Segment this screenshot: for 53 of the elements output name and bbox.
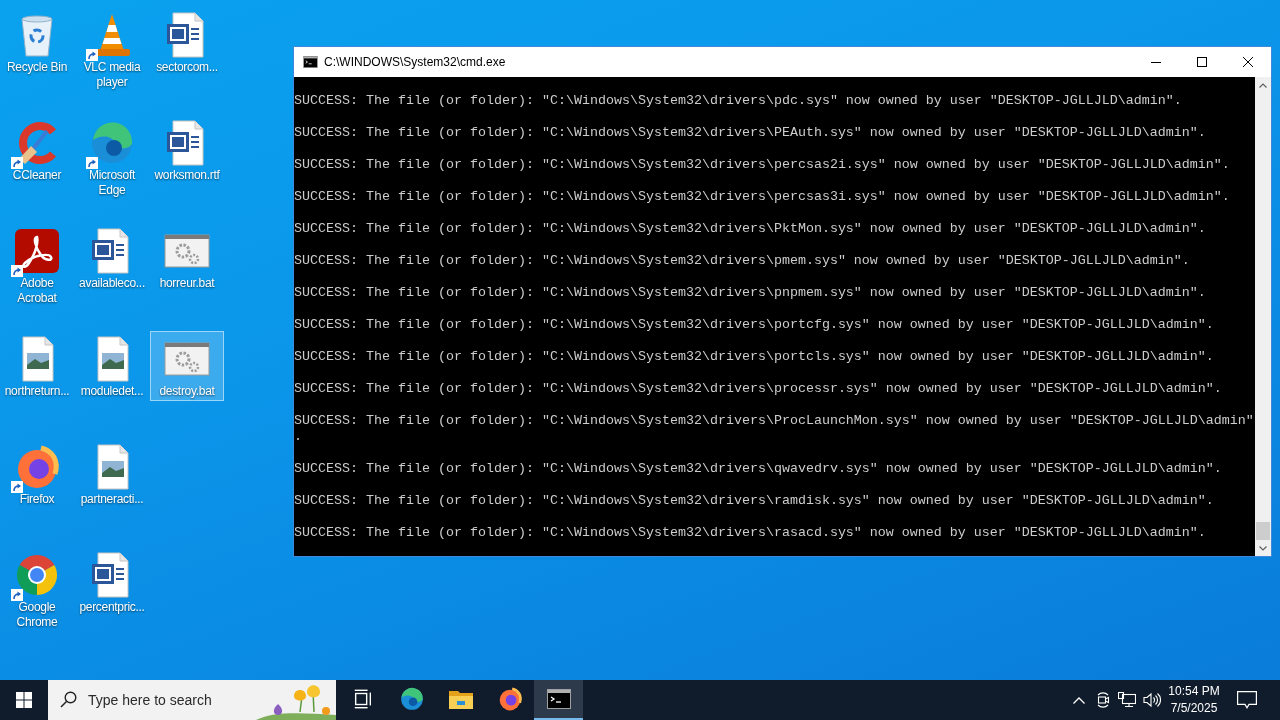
console-line: SUCCESS: The file (or folder): "C:\Windows\System32\drivers\pdc.sys" now owned by user "DESKTOP-JGLLJLD\admin". <box>294 93 1183 109</box>
desktop-shortcut[interactable]: Firefox <box>0 439 74 509</box>
desktop-shortcut[interactable]: partneracti... <box>75 439 149 509</box>
windows-logo-icon <box>16 692 32 708</box>
taskbar-app-button[interactable] <box>534 680 583 720</box>
speaker-icon <box>1142 692 1161 708</box>
webcam-icon <box>1096 692 1110 708</box>
desktop-shortcut[interactable]: CCleaner <box>0 115 74 185</box>
console-line: SUCCESS: The file (or folder): "C:\Windows\System32\drivers\ProcLaunchMon.sys" now owned by user "DESKTOP-JGLLJLD\admin". <box>294 413 1255 445</box>
desktop-shortcut[interactable]: percentpric... <box>75 547 149 617</box>
desktop-shortcut[interactable]: Adobe Acrobat <box>0 223 74 308</box>
search-field[interactable]: Type here to search <box>48 680 336 720</box>
flowers-icon <box>256 682 336 720</box>
edge-icon <box>398 686 425 712</box>
desktop-shortcut[interactable]: destroy.bat <box>150 331 224 401</box>
desktop-shortcut[interactable]: worksmon.rtf <box>150 115 224 185</box>
window-title: C:\WINDOWS\System32\cmd.exe <box>324 54 506 71</box>
console-line: SUCCESS: The file (or folder): "C:\Windows\System32\drivers\pmem.sys" now owned by user "DESKTOP-JGLLJLD\admin". <box>294 253 1191 269</box>
console-line: SUCCESS: The file (or folder): "C:\Windows\System32\drivers\percsas2i.sys" now owned by user "DESKTOP-JGLLJLD\admin". <box>294 157 1231 173</box>
console-line: SUCCESS: The file (or folder): "C:\Windows\System32\drivers\ramdisk.sys" now owned by user "DESKTOP-JGLLJLD\admin". <box>294 493 1215 509</box>
desktop-shortcut[interactable]: VLC media player <box>75 7 149 92</box>
scroll-thumb[interactable] <box>1256 522 1270 540</box>
desktop-shortcut[interactable]: Recycle Bin <box>0 7 74 77</box>
caret-up-icon <box>1259 83 1267 88</box>
desktop-shortcut[interactable]: northreturn... <box>0 331 74 401</box>
desktop-shortcut[interactable]: sectorcom... <box>150 7 224 77</box>
console-line: SUCCESS: The file (or folder): "C:\Windows\System32\drivers\processr.sys" now owned by user "DESKTOP-JGLLJLD\admin". <box>294 381 1223 397</box>
close-icon <box>1243 57 1253 67</box>
network-icon <box>1118 692 1136 708</box>
terminal-icon <box>546 689 571 709</box>
desktop-shortcut[interactable]: Google Chrome <box>0 547 74 632</box>
notification-icon <box>1237 691 1257 709</box>
console-line: SUCCESS: The file (or folder): "C:\Windows\System32\drivers\rasacd.sys" now owned by user "DESKTOP-JGLLJLD\admin". <box>294 525 1207 541</box>
console-line: SUCCESS: The file (or folder): "C:\Windows\System32\drivers\PktMon.sys" now owned by user "DESKTOP-JGLLJLD\admin". <box>294 221 1207 237</box>
console-line: SUCCESS: The file (or folder): "C:\Windows\System32\drivers\PEAuth.sys" now owned by user "DESKTOP-JGLLJLD\admin". <box>294 125 1207 141</box>
desktop-shortcut[interactable]: horreur.bat <box>150 223 224 293</box>
console-line: SUCCESS: The file (or folder): "C:\Windows\System32\drivers\pnpmem.sys" now owned by user "DESKTOP-JGLLJLD\admin". <box>294 285 1207 301</box>
search-icon <box>60 691 77 708</box>
desktop-shortcut[interactable]: availableco... <box>75 223 149 293</box>
clock-button[interactable]: 10:54 PM 7/5/2025 <box>1164 680 1224 720</box>
minimize-icon <box>1151 61 1161 63</box>
maximize-icon <box>1197 57 1207 67</box>
caret-down-icon <box>1259 545 1267 551</box>
console-line: SUCCESS: The file (or folder): "C:\Windows\System32\drivers\percsas3i.sys" now owned by user "DESKTOP-JGLLJLD\admin". <box>294 189 1231 205</box>
folder-icon <box>447 688 474 710</box>
chevron-up-icon <box>1073 696 1085 704</box>
console-line: SUCCESS: The file (or folder): "C:\Windows\System32\drivers\portcfg.sys" now owned by user "DESKTOP-JGLLJLD\admin". <box>294 317 1215 333</box>
console-line: SUCCESS: The file (or folder): "C:\Windows\System32\drivers\portcls.sys" now owned by user "DESKTOP-JGLLJLD\admin". <box>294 349 1215 365</box>
console-line: SUCCESS: The file (or folder): "C:\Windows\System32\drivers\qwavedrv.sys" now owned by user "DESKTOP-JGLLJLD\admin". <box>294 461 1223 477</box>
acrobat-icon <box>13 227 61 275</box>
terminal-icon <box>303 56 318 68</box>
desktop-shortcut[interactable]: Microsoft Edge <box>75 115 149 200</box>
desktop-shortcut[interactable]: moduledet... <box>75 331 149 401</box>
